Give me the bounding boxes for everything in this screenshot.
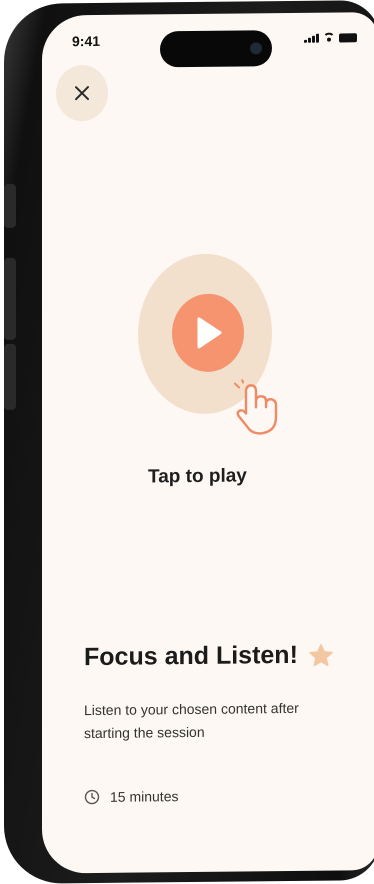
battery-icon xyxy=(339,33,357,43)
close-button[interactable] xyxy=(56,64,108,122)
session-duration: 15 minutes xyxy=(110,788,179,805)
session-title: Focus and Listen! xyxy=(84,640,298,672)
session-title-row: Focus and Listen! xyxy=(84,641,334,673)
tap-hand-icon xyxy=(234,379,278,435)
play-button[interactable] xyxy=(172,293,244,373)
action-button xyxy=(4,183,16,228)
app-screen: 9:41 Tap to play Focus and Listen! Liste… xyxy=(42,12,374,874)
session-description: Listen to your chosen content after star… xyxy=(84,699,299,742)
session-duration-row: 15 minutes xyxy=(84,788,178,805)
volume-up-button xyxy=(4,257,16,340)
status-time: 9:41 xyxy=(72,32,101,50)
close-icon xyxy=(75,86,89,101)
clock-icon xyxy=(84,789,100,805)
volume-down-button xyxy=(4,343,16,410)
play-icon xyxy=(197,317,222,349)
star-icon xyxy=(309,643,333,666)
camera-icon xyxy=(250,42,262,55)
wifi-icon xyxy=(323,33,335,43)
phone-frame: 9:41 Tap to play Focus and Listen! Liste… xyxy=(4,0,374,884)
dynamic-island xyxy=(160,30,272,68)
signal-icon xyxy=(304,33,319,43)
tap-to-play-label: Tap to play xyxy=(148,465,247,488)
status-icons xyxy=(304,32,357,43)
